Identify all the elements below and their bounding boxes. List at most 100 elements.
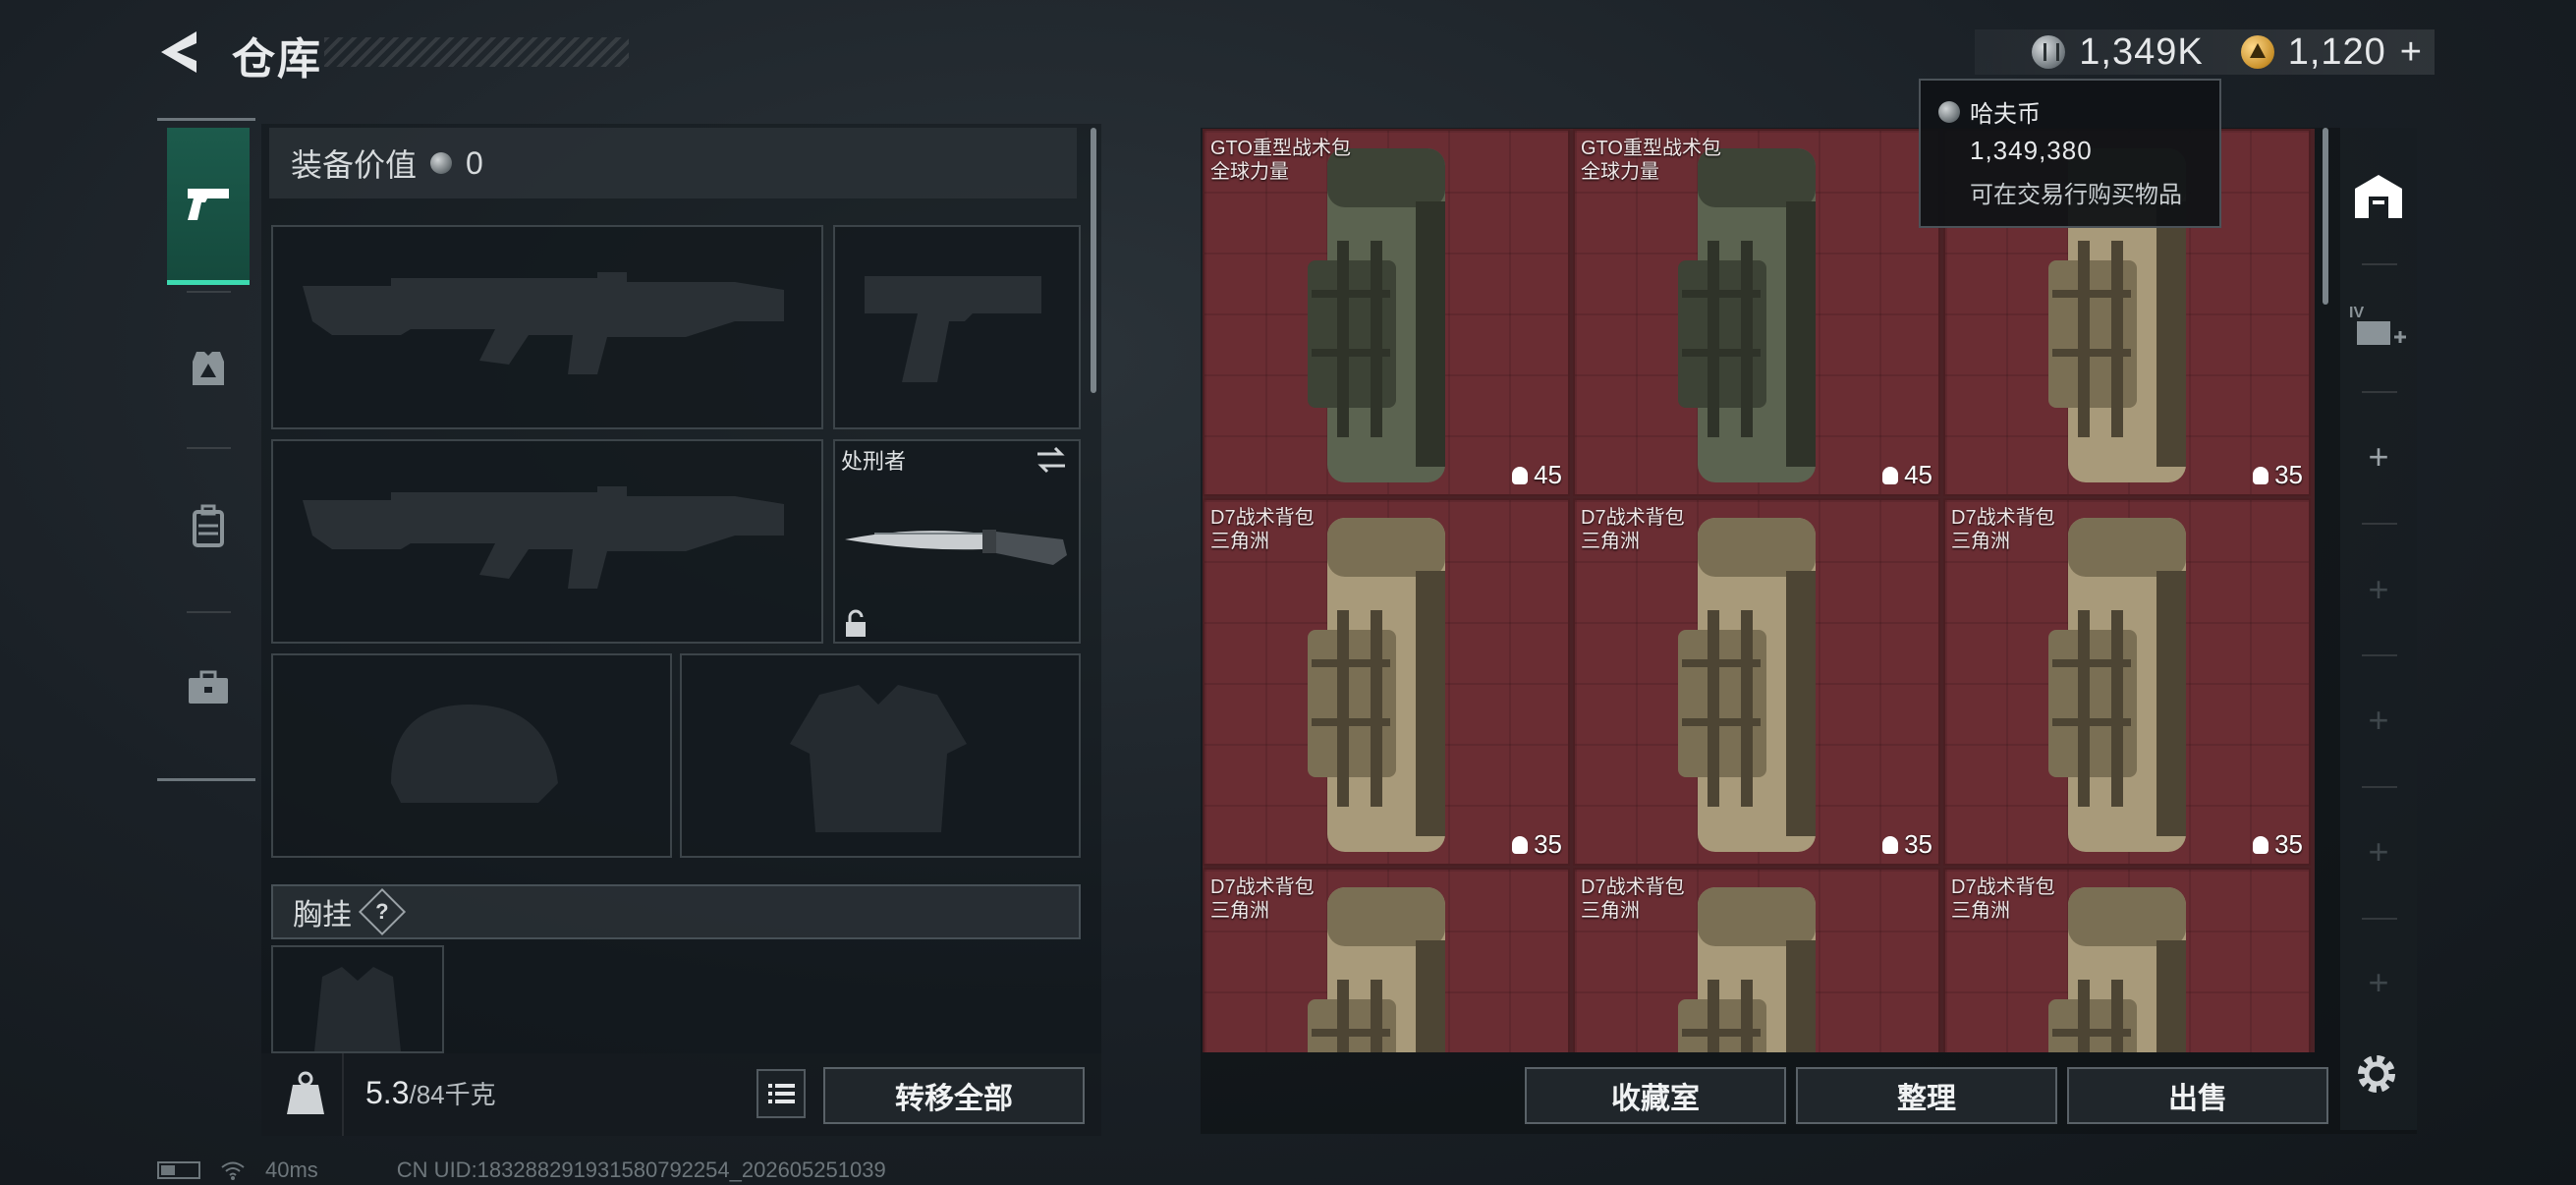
sort-button[interactable]: 整理 [1796,1067,2057,1124]
item-count: 35 [1512,829,1562,860]
rail-separator [2362,523,2397,525]
locked-stash-page: + [2368,569,2389,609]
tooltip-amount: 1,349,380 [1970,136,2093,165]
rig-icon [193,352,224,385]
item-name: D7战术背包 三角洲 [1951,507,2055,552]
item-count: 35 [1882,829,1932,860]
stash-item[interactable]: D7战术背包 三角洲 35 [1943,498,2311,866]
coin-amount: 1,349K [2079,30,2204,73]
locked-stash-page: + [2368,962,2389,1002]
capacity-icon [1882,835,1899,854]
capacity-icon [1512,466,1529,484]
tab-weapons[interactable] [167,128,250,285]
equipment-value-label: 装备价值 [291,147,418,183]
transfer-all-button[interactable]: 转移全部 [823,1067,1085,1124]
stash-item[interactable]: GTO重型战术包 全球力量 45 [1573,129,1940,496]
wifi-icon [221,1161,245,1180]
tooltip-currency-name: 哈夫币 [1970,101,2041,128]
armor-silhouette-icon [790,685,967,832]
lock-icon [843,609,868,639]
warehouse-icon [2355,175,2402,218]
stash-scrollbar[interactable] [2323,128,2328,305]
stash-item[interactable]: GTO重型战术包 全球力量 45 [1203,129,1570,496]
armor-slot[interactable] [680,653,1081,858]
item-count: 35 [2253,460,2303,490]
token-icon [2240,35,2274,69]
briefcase-icon [189,670,228,704]
battery-icon [157,1161,200,1179]
backpack-icon [193,504,224,547]
pistol-slot[interactable] [833,225,1081,429]
tab-case[interactable] [167,614,250,762]
settings-button[interactable] [2352,1049,2401,1099]
weight-icon [281,1069,330,1118]
locked-stash-page: + [2368,831,2389,872]
secondary-weapon-slot[interactable] [271,439,823,644]
rail-separator [187,447,231,449]
page-title: 仓库 [232,35,322,84]
melee-name: 处刑者 [841,449,907,474]
backpack-icon [1308,887,1445,1052]
helmet-silhouette-icon [391,705,558,803]
equipment-value: 0 [466,144,483,181]
stash-item[interactable]: D7战术背包 三角洲 [1573,868,1940,1052]
currency-bar[interactable]: 1,349K 1,120 + [1975,29,2435,75]
expand-stash-button[interactable]: IV [2342,265,2415,393]
item-name: D7战术背包 三角洲 [1210,507,1315,552]
capacity-icon [2253,466,2269,484]
add-currency-button[interactable]: + [2400,31,2423,74]
ping: 40ms [265,1157,318,1182]
helmet-slot[interactable] [271,653,672,858]
pistol-icon [188,188,229,220]
capacity-icon [2253,835,2269,854]
uid: CN UID:18328829193158079225​4_2026052510… [396,1157,886,1182]
item-name: GTO重型战术包 全球力量 [1210,138,1351,183]
chest-rig-slot[interactable] [271,945,444,1053]
chest-rig-label: 胸挂 [293,899,352,931]
rig-silhouette-icon [314,967,401,1051]
rail-separator [187,611,231,613]
rail-divider [157,778,255,781]
coin-icon [1938,100,1960,123]
backpack-icon [1678,148,1816,482]
pistol-silhouette-icon [865,276,1041,382]
item-name: D7战术背包 三角洲 [1951,876,2055,922]
rail-separator [187,291,231,293]
backpack-icon [1308,518,1445,852]
primary-weapon-slot[interactable] [271,225,823,429]
stash-expand-icon: IV [2349,305,2406,345]
backpack-icon [2048,518,2186,852]
collection-room-button[interactable]: 收藏室 [1525,1067,1786,1124]
add-stash-page-button[interactable]: + [2342,393,2415,521]
capacity-icon [1882,466,1899,484]
item-count: 35 [2253,829,2303,860]
help-icon[interactable]: ? [358,887,407,936]
coin-icon [430,152,453,174]
list-view-button[interactable] [756,1069,806,1118]
stash-grid: GTO重型战术包 全球力量 45 GTO重型战术包 全球力量 45 35 D7战术背包 三角洲 3… [1203,129,2315,1052]
item-name: D7战术背包 三角洲 [1581,876,1685,922]
stash-item[interactable]: D7战术背包 三角洲 [1203,868,1570,1052]
backpack-icon [1678,887,1816,1052]
stash-page-main-button[interactable] [2342,133,2415,260]
stash-item[interactable]: D7战术背包 三角洲 35 [1203,498,1570,866]
back-arrow-icon [161,31,196,73]
locked-stash-page: + [2368,700,2389,740]
stash-item[interactable]: D7战术背包 三角洲 35 [1573,498,1940,866]
currency-tooltip: 哈夫币 1,349,380 可在交易行购买物品 [1919,79,2221,228]
equipment-value-bar: 装备价值 0 [269,128,1077,198]
equipment-scrollbar[interactable] [1091,128,1096,393]
sell-button[interactable]: 出售 [2067,1067,2328,1124]
list-icon [768,1084,795,1103]
item-name: GTO重型战术包 全球力量 [1581,138,1721,183]
tab-gear[interactable] [167,295,250,442]
tab-backpack[interactable] [167,452,250,599]
status-bar: 40ms CN UID:18328829193158079225​4_20260… [157,1157,886,1183]
item-name: D7战术背包 三角洲 [1581,507,1685,552]
item-count: 45 [1512,460,1562,490]
stash-item[interactable]: D7战术背包 三角洲 [1943,868,2311,1052]
swap-icon[interactable] [1034,444,1069,476]
back-button[interactable] [157,28,206,77]
item-count: 45 [1882,460,1932,490]
item-name: D7战术背包 三角洲 [1210,876,1315,922]
